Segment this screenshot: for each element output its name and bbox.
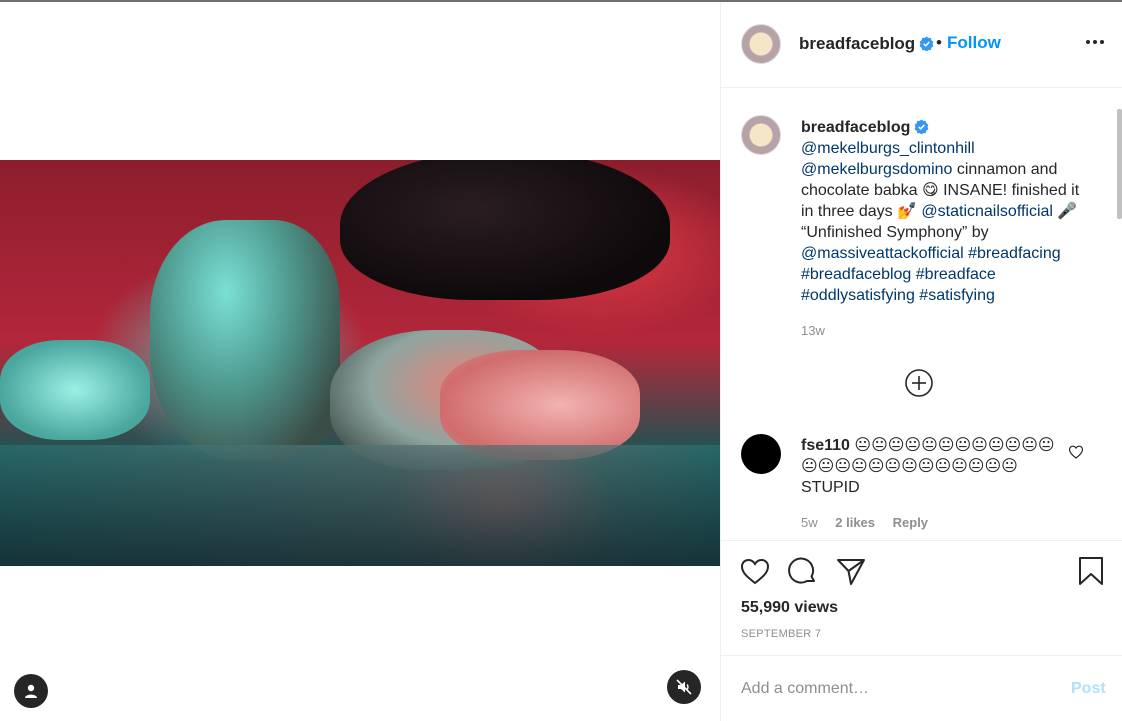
- mention-link[interactable]: @massiveattackofficial: [801, 245, 964, 262]
- comment-text: fse110 😐😐😐😐😐😐😐😐😐😐😐😐😐😐😐😐😐😐😐😐😐😐😐😐😐 STUPID: [801, 435, 1071, 498]
- heart-icon[interactable]: [1068, 444, 1084, 460]
- caption-timestamp[interactable]: 13w: [801, 323, 825, 338]
- post-comment-button[interactable]: Post: [1071, 680, 1106, 698]
- caption-text: breadfaceblog @mekelburgs_clintonhill @m…: [801, 117, 1091, 306]
- follow-button[interactable]: Follow: [947, 33, 1001, 53]
- post-video[interactable]: [0, 160, 720, 566]
- mention-link[interactable]: @mekelburgs_clintonhill: [801, 140, 975, 157]
- comments-scrollbar[interactable]: [1117, 109, 1122, 219]
- video-scene-table: [0, 445, 720, 566]
- more-options-button[interactable]: [1081, 30, 1109, 54]
- plus-circle-icon[interactable]: [904, 368, 934, 398]
- heart-icon[interactable]: [739, 555, 771, 587]
- mute-icon: [676, 679, 692, 695]
- author-username-text[interactable]: breadfaceblog: [799, 34, 915, 53]
- comment-timestamp[interactable]: 5w: [801, 515, 818, 530]
- hashtag-link[interactable]: #breadface: [916, 266, 996, 283]
- bookmark-icon[interactable]: [1075, 555, 1107, 587]
- hashtag-link[interactable]: #satisfying: [919, 287, 995, 304]
- tagged-user-button[interactable]: [14, 674, 48, 708]
- hashtag-link[interactable]: #breadfacing: [968, 245, 1061, 262]
- video-scene-hand: [0, 340, 150, 440]
- media-area[interactable]: [0, 2, 720, 721]
- video-scene-hair: [340, 160, 670, 300]
- avatar[interactable]: [741, 24, 781, 64]
- verified-badge-icon: [915, 119, 929, 134]
- more-options-icon: [1086, 40, 1104, 44]
- separator-dot: •: [936, 33, 942, 52]
- author-username[interactable]: breadfaceblog: [799, 34, 934, 54]
- view-count[interactable]: 55,990 views: [741, 599, 838, 617]
- reply-button[interactable]: Reply: [893, 515, 928, 530]
- comment-input[interactable]: [741, 676, 1041, 702]
- post-date[interactable]: SEPTEMBER 7: [741, 628, 821, 640]
- share-icon[interactable]: [835, 555, 867, 587]
- verified-badge-icon: [919, 36, 934, 51]
- hashtag-link[interactable]: #breadfaceblog: [801, 266, 911, 283]
- comment-icon[interactable]: [787, 555, 819, 587]
- comments-section[interactable]: breadfaceblog @mekelburgs_clintonhill @m…: [721, 89, 1122, 541]
- post-actions: [721, 555, 1122, 595]
- add-comment-bar: Post: [721, 655, 1122, 721]
- caption-username[interactable]: breadfaceblog: [801, 119, 910, 136]
- comment-meta: 5w 2 likes Reply: [801, 515, 942, 530]
- post-header: breadfaceblog • Follow: [721, 2, 1122, 88]
- mention-link[interactable]: @staticnailsofficial: [921, 203, 1053, 220]
- mention-link[interactable]: @mekelburgsdomino: [801, 161, 952, 178]
- avatar[interactable]: [741, 434, 781, 474]
- comment-username[interactable]: fse110: [801, 437, 850, 454]
- hashtag-link[interactable]: #oddlysatisfying: [801, 287, 915, 304]
- mute-button[interactable]: [667, 670, 701, 704]
- user-icon: [25, 684, 37, 698]
- comment-likes[interactable]: 2 likes: [835, 515, 875, 530]
- post-sidebar: breadfaceblog • Follow breadfaceblog @me…: [720, 2, 1122, 721]
- video-scene-fingers: [440, 350, 640, 460]
- avatar[interactable]: [741, 115, 781, 155]
- video-scene-babka-left: [150, 220, 340, 460]
